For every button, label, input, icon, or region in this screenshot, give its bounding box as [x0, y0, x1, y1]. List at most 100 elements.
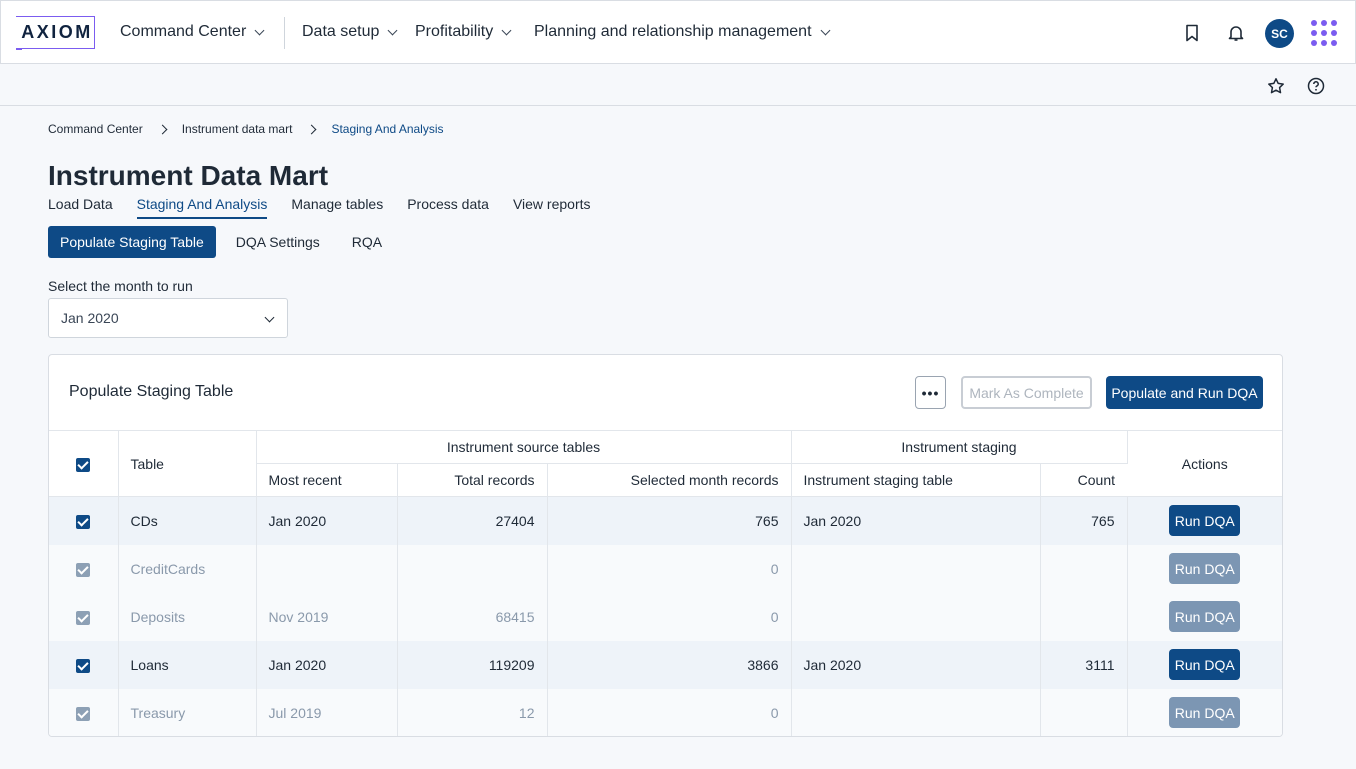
- more-options-button[interactable]: •••: [915, 376, 946, 409]
- month-select[interactable]: Jan 2020: [48, 298, 288, 338]
- tab-load-data[interactable]: Load Data: [48, 196, 113, 219]
- cell-count: [1040, 544, 1128, 593]
- table-row: Treasury Jul 2019 12 0 Run DQA: [49, 688, 1282, 736]
- header-most-recent: Most recent: [256, 463, 398, 497]
- chevron-down-icon: [264, 312, 275, 323]
- mark-as-complete-button: Mark As Complete: [961, 376, 1092, 409]
- cell-actions: Run DQA: [1127, 640, 1282, 689]
- tab-view-reports[interactable]: View reports: [513, 196, 591, 219]
- nav-divider: [284, 17, 285, 49]
- cell-staging-table: [791, 544, 1041, 593]
- cell-selected-month-records: 0: [547, 688, 792, 736]
- table-row: CDs Jan 2020 27404 765 Jan 2020 765 Run …: [49, 496, 1282, 545]
- cell-selected-month-records: 765: [547, 496, 792, 545]
- breadcrumb: Command Center Instrument data mart Stag…: [48, 122, 444, 136]
- top-navigation: AXIOM Command Center Data setup Profitab…: [0, 0, 1356, 64]
- table-row: CreditCards 0 Run DQA: [49, 544, 1282, 593]
- subtab-rqa[interactable]: RQA: [340, 226, 394, 258]
- subtab-populate-staging-table[interactable]: Populate Staging Table: [48, 226, 216, 258]
- nav-profitability[interactable]: Profitability: [415, 21, 512, 43]
- row-checkbox-cell: [49, 592, 119, 641]
- run-dqa-button[interactable]: Run DQA: [1169, 505, 1241, 537]
- cell-count: [1040, 592, 1128, 641]
- nav-data-setup-label: Data setup: [302, 23, 380, 40]
- row-checkbox-cell: [49, 496, 119, 545]
- page-title: Instrument Data Mart: [48, 160, 329, 191]
- cell-total-records: 12: [397, 688, 548, 736]
- app-launcher-icon[interactable]: [1311, 20, 1337, 46]
- cell-total-records: [397, 544, 548, 593]
- nav-planning[interactable]: Planning and relationship management: [534, 21, 830, 43]
- header-actions: Actions: [1127, 430, 1282, 497]
- nav-planning-label: Planning and relationship management: [534, 23, 812, 40]
- utility-bar: [0, 64, 1356, 106]
- cell-table: CDs: [118, 496, 257, 545]
- cell-table: Deposits: [118, 592, 257, 641]
- select-all-header: [49, 430, 119, 497]
- cell-count: 765: [1040, 496, 1128, 545]
- row-checkbox-cell: [49, 544, 119, 593]
- chevron-down-icon: [254, 25, 265, 35]
- row-checkbox-cell: [49, 688, 119, 736]
- breadcrumb-instrument-data-mart[interactable]: Instrument data mart: [182, 122, 293, 136]
- chevron-down-icon: [387, 25, 398, 35]
- table-row: Loans Jan 2020 119209 3866 Jan 2020 3111…: [49, 640, 1282, 689]
- header-count: Count: [1040, 463, 1127, 497]
- chevron-down-icon: [820, 25, 830, 35]
- tab-process-data[interactable]: Process data: [407, 196, 489, 219]
- cell-total-records: 68415: [397, 592, 548, 641]
- breadcrumb-command-center[interactable]: Command Center: [48, 122, 143, 136]
- cell-most-recent: Jan 2020: [256, 496, 398, 545]
- select-all-checkbox[interactable]: [76, 457, 91, 472]
- cell-most-recent: Nov 2019: [256, 592, 398, 641]
- row-checkbox: [76, 706, 91, 721]
- cell-total-records: 119209: [397, 640, 548, 689]
- cell-actions: Run DQA: [1127, 688, 1282, 736]
- bell-icon[interactable]: [1224, 21, 1248, 45]
- subtab-dqa-settings[interactable]: DQA Settings: [224, 226, 332, 258]
- nav-command-center-label: Command Center: [120, 23, 247, 40]
- cell-staging-table: [791, 688, 1041, 736]
- chevron-right-icon: [157, 124, 168, 134]
- row-checkbox[interactable]: [76, 514, 91, 529]
- cell-total-records: 27404: [397, 496, 548, 545]
- tab-staging-and-analysis[interactable]: Staging And Analysis: [136, 196, 268, 219]
- star-icon[interactable]: [1264, 74, 1288, 98]
- cell-table: Loans: [118, 640, 257, 689]
- axiom-logo[interactable]: AXIOM: [16, 16, 95, 50]
- row-checkbox: [76, 610, 91, 625]
- cell-most-recent: Jan 2020: [256, 640, 398, 689]
- cell-table: Treasury: [118, 688, 257, 736]
- breadcrumb-current: Staging And Analysis: [331, 122, 444, 136]
- row-checkbox-cell: [49, 640, 119, 689]
- run-dqa-button: Run DQA: [1169, 697, 1241, 728]
- main-tabs: Load Data Staging And Analysis Manage ta…: [48, 196, 615, 219]
- header-selected-month-records: Selected month records: [547, 463, 792, 497]
- table-row: Deposits Nov 2019 68415 0 Run DQA: [49, 592, 1282, 641]
- cell-most-recent: Jul 2019: [256, 688, 398, 736]
- help-icon[interactable]: [1304, 74, 1328, 98]
- chevron-down-icon: [501, 25, 512, 35]
- run-dqa-button: Run DQA: [1169, 601, 1241, 632]
- cell-staging-table: Jan 2020: [791, 496, 1041, 545]
- card-title: Populate Staging Table: [69, 383, 234, 400]
- cell-staging-table: Jan 2020: [791, 640, 1041, 689]
- cell-most-recent: [256, 544, 398, 593]
- month-select-value: Jan 2020: [61, 310, 119, 326]
- nav-command-center[interactable]: Command Center: [120, 21, 265, 43]
- sub-tabs: Populate Staging Table DQA Settings RQA: [48, 226, 402, 258]
- cell-selected-month-records: 0: [547, 592, 792, 641]
- nav-data-setup[interactable]: Data setup: [302, 21, 398, 43]
- bookmark-icon[interactable]: [1180, 21, 1204, 45]
- staging-table: Table Instrument source tables Instrumen…: [49, 430, 1282, 736]
- cell-table: CreditCards: [118, 544, 257, 593]
- month-select-label: Select the month to run: [48, 278, 193, 294]
- cell-actions: Run DQA: [1127, 544, 1282, 593]
- row-checkbox[interactable]: [76, 658, 91, 673]
- populate-and-run-dqa-button[interactable]: Populate and Run DQA: [1106, 376, 1263, 409]
- tab-manage-tables[interactable]: Manage tables: [291, 196, 383, 219]
- user-avatar[interactable]: SC: [1265, 19, 1294, 48]
- run-dqa-button[interactable]: Run DQA: [1169, 649, 1241, 680]
- nav-profitability-label: Profitability: [415, 23, 494, 40]
- row-checkbox: [76, 562, 91, 577]
